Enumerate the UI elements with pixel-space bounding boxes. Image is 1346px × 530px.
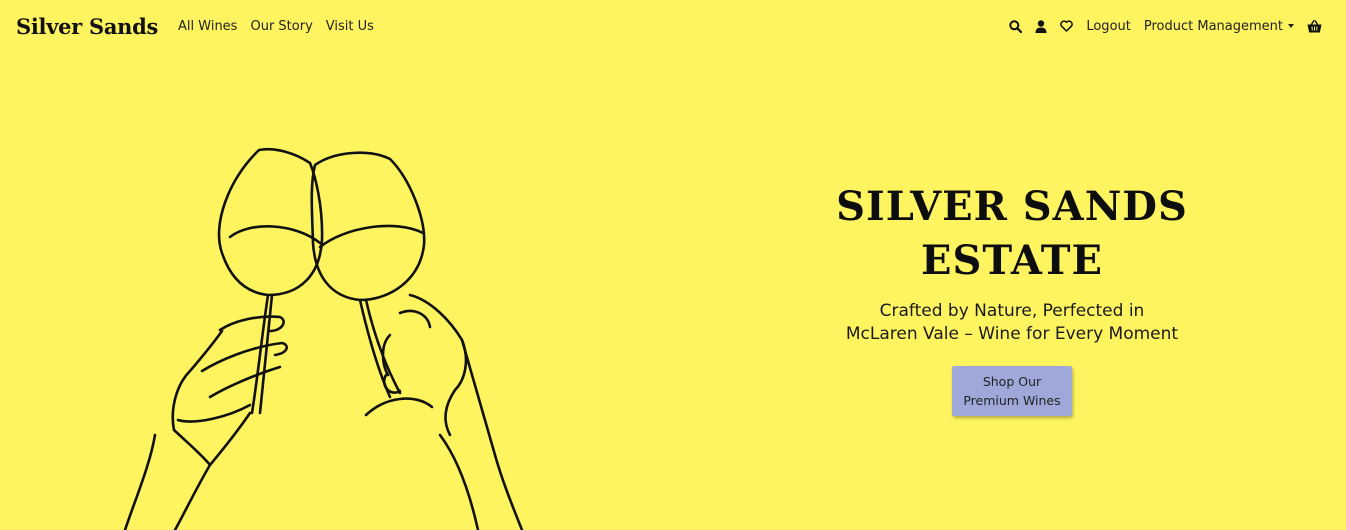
hero-title-line-1: SILVER SANDS xyxy=(836,183,1188,230)
hero-title: SILVER SANDS ESTATE xyxy=(812,180,1212,288)
basket-icon[interactable] xyxy=(1307,19,1322,33)
toasting-wine-glasses-illustration xyxy=(123,147,524,530)
nav-right-group: Logout Product Management xyxy=(1009,19,1330,34)
hero-subtitle: Crafted by Nature, Perfected in McLaren … xyxy=(812,300,1212,346)
caret-down-icon xyxy=(1288,24,1294,28)
hero-subtitle-line-2: McLaren Vale – Wine for Every Moment xyxy=(845,324,1179,344)
cta-label-line-1: Shop Our xyxy=(982,374,1042,389)
shop-premium-wines-button[interactable]: Shop Our Premium Wines xyxy=(952,366,1072,416)
user-icon[interactable] xyxy=(1035,19,1047,33)
hero-section: SILVER SANDS ESTATE Crafted by Nature, P… xyxy=(812,180,1212,416)
search-icon[interactable] xyxy=(1009,19,1023,33)
nav-link-visit-us[interactable]: Visit Us xyxy=(326,19,374,34)
product-management-dropdown[interactable]: Product Management xyxy=(1144,19,1294,34)
nav-link-our-story[interactable]: Our Story xyxy=(250,19,312,34)
main-nav-links: All Wines Our Story Visit Us xyxy=(178,19,374,34)
heart-icon[interactable] xyxy=(1060,20,1074,32)
hero-title-line-2: ESTATE xyxy=(920,237,1104,284)
nav-link-all-wines[interactable]: All Wines xyxy=(178,19,237,34)
cta-label-line-2: Premium Wines xyxy=(963,393,1061,408)
brand-logo[interactable]: Silver Sands xyxy=(16,14,158,39)
product-management-label: Product Management xyxy=(1143,18,1283,34)
hero-subtitle-line-1: Crafted by Nature, Perfected in xyxy=(879,301,1145,321)
logout-link[interactable]: Logout xyxy=(1086,19,1131,34)
top-navbar: Silver Sands All Wines Our Story Visit U… xyxy=(0,0,1346,52)
